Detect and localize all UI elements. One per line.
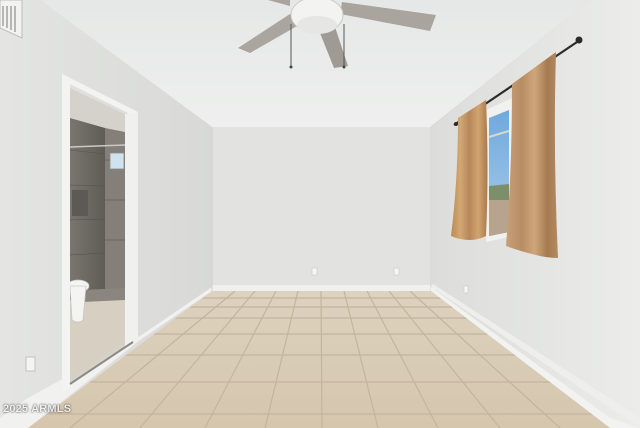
- back-wall: [211, 127, 432, 291]
- curtain-right: [506, 52, 558, 258]
- room-photo: 2025 ARMLS: [0, 0, 640, 428]
- bathroom-doorway: [62, 74, 138, 392]
- photo-watermark: 2025 ARMLS: [3, 403, 72, 415]
- shower-niche: [72, 190, 88, 216]
- bathroom-window: [109, 152, 125, 170]
- wall-outlet: [25, 356, 36, 372]
